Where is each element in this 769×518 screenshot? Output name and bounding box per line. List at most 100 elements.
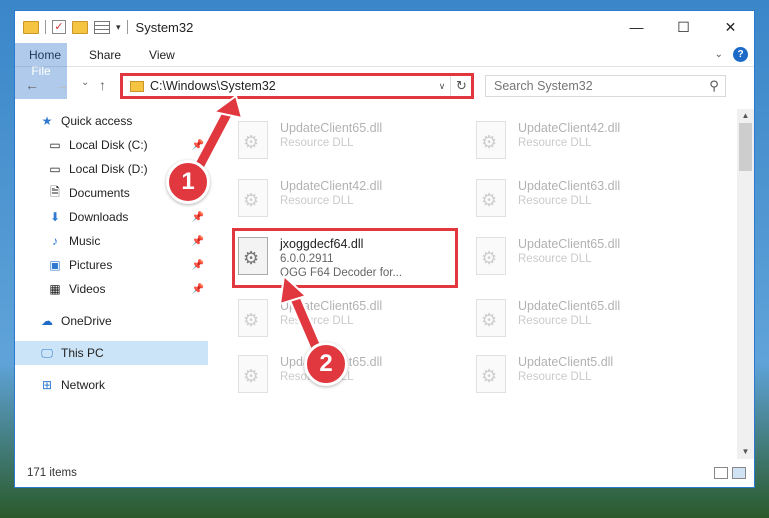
dll-file-icon	[476, 237, 506, 275]
file-item[interactable]: UpdateClient65.dll Resource DLL	[458, 295, 688, 351]
download-icon: ⬇	[49, 210, 61, 224]
ribbon-right: ⌄ ?	[715, 43, 754, 66]
network-icon: ⊞	[41, 378, 53, 392]
file-name: UpdateClient5.dll	[518, 355, 614, 369]
item-count: 171 items	[27, 467, 77, 479]
dll-file-icon	[238, 121, 268, 159]
cloud-icon: ☁	[41, 314, 53, 328]
view-toggle	[714, 467, 746, 479]
file-item[interactable]: UpdateClient5.dll Resource DLL	[458, 351, 688, 407]
window-controls: — ☐ ✕	[613, 11, 754, 43]
dll-file-icon	[476, 179, 506, 217]
dll-file-icon	[238, 179, 268, 217]
large-icons-view-icon[interactable]	[732, 467, 746, 479]
step-1-callout: 1	[166, 160, 210, 204]
properties-icon[interactable]	[94, 20, 110, 34]
help-icon[interactable]: ?	[733, 47, 748, 62]
search-icon[interactable]: ⚲	[703, 78, 725, 94]
file-type: Resource DLL	[518, 137, 592, 149]
file-item[interactable]: UpdateClient42.dll Resource DLL	[458, 117, 688, 173]
drive-icon: ▭	[49, 162, 61, 176]
tab-share[interactable]: Share	[75, 43, 135, 66]
window-title: System32	[135, 19, 194, 35]
documents-icon: 🗎	[50, 184, 60, 199]
tab-view[interactable]: View	[135, 43, 189, 66]
sidebar-item-videos[interactable]: ▦ Videos 📌	[15, 277, 208, 301]
maximize-button[interactable]: ☐	[660, 11, 707, 43]
back-button[interactable]: ←	[25, 77, 39, 93]
search-box[interactable]: ⚲	[485, 75, 726, 97]
divider	[126, 20, 128, 34]
search-input[interactable]	[494, 79, 703, 93]
folder-icon	[23, 20, 39, 34]
sidebar-item-local-disk-c[interactable]: ▭ Local Disk (C:) 📌	[15, 133, 208, 157]
scrollbar-thumb[interactable]	[739, 123, 752, 171]
file-name: UpdateClient65.dll	[518, 299, 621, 313]
sidebar-item-label: Documents	[69, 186, 130, 200]
file-name: UpdateClient65.dll	[280, 121, 383, 135]
file-type: Resource DLL	[518, 315, 592, 327]
new-folder-icon[interactable]	[72, 20, 88, 34]
address-highlight-box	[120, 73, 474, 99]
sidebar-item-network[interactable]: ⊞ Network	[15, 373, 208, 397]
sidebar-item-label: Music	[69, 234, 101, 248]
file-name: UpdateClient65.dll	[518, 237, 621, 251]
sidebar-item-label: Local Disk (D:)	[69, 162, 148, 176]
sidebar-item-quick-access[interactable]: ★ Quick access	[15, 109, 208, 133]
forward-button[interactable]: →	[55, 77, 69, 93]
title-bar: ✓ ▾ System32 — ☐ ✕	[15, 11, 754, 43]
sidebar-item-downloads[interactable]: ⬇ Downloads 📌	[15, 205, 208, 229]
recent-locations-button[interactable]: ⌄	[81, 77, 89, 88]
pin-icon: 📌	[191, 211, 204, 223]
details-view-icon[interactable]	[714, 467, 728, 479]
file-type: Resource DLL	[280, 195, 354, 207]
sidebar-item-music[interactable]: ♪ Music 📌	[15, 229, 208, 253]
properties-check-icon[interactable]: ✓	[52, 20, 66, 34]
ribbon-tabs: File Home Share View ⌄ ?	[15, 43, 754, 99]
step-2-callout: 2	[304, 342, 348, 386]
file-type: Resource DLL	[280, 315, 354, 327]
sidebar-item-label: Network	[61, 378, 106, 392]
sidebar-item-label: Pictures	[69, 258, 113, 272]
file-type: Resource DLL	[518, 195, 592, 207]
navigation-bar: ← → ⌄ ↑ C:\Windows\System32 ∨ ↻ ⚲	[15, 69, 754, 103]
sidebar-item-label: This PC	[61, 346, 104, 360]
file-name: UpdateClient63.dll	[518, 179, 621, 193]
chevron-down-icon[interactable]: ⌄	[715, 49, 723, 60]
sidebar-item-label: OneDrive	[61, 314, 112, 328]
drive-icon: ▭	[49, 138, 61, 152]
file-item[interactable]: UpdateClient42.dll Resource DLL	[220, 175, 450, 231]
close-button[interactable]: ✕	[707, 11, 754, 43]
computer-icon: 🖵	[41, 345, 53, 360]
file-type: Resource DLL	[518, 371, 592, 383]
dll-file-icon	[238, 355, 268, 393]
file-name: UpdateClient42.dll	[280, 179, 383, 193]
dll-file-icon	[238, 299, 268, 337]
customize-toolbar-icon[interactable]: ▾	[116, 22, 121, 33]
sidebar-item-label: Downloads	[69, 210, 129, 224]
status-bar: 171 items	[15, 459, 754, 487]
scroll-down-icon[interactable]: ▼	[737, 445, 754, 459]
sidebar-item-label: Videos	[69, 282, 106, 296]
dll-file-icon	[476, 121, 506, 159]
sidebar-item-this-pc[interactable]: 🖵 This PC	[15, 341, 208, 365]
scroll-up-icon[interactable]: ▲	[737, 109, 754, 123]
file-type: Resource DLL	[280, 137, 354, 149]
sidebar-item-label: Local Disk (C:)	[69, 138, 148, 152]
divider	[45, 20, 46, 34]
sidebar-item-onedrive[interactable]: ☁ OneDrive	[15, 309, 208, 333]
file-item[interactable]: UpdateClient63.dll Resource DLL	[458, 175, 688, 231]
file-type: Resource DLL	[518, 253, 592, 265]
videos-icon: ▦	[49, 282, 61, 296]
sidebar-item-pictures[interactable]: ▣ Pictures 📌	[15, 253, 208, 277]
file-item[interactable]: UpdateClient65.dll Resource DLL	[220, 295, 450, 351]
dll-file-icon	[476, 299, 506, 337]
file-item[interactable]: UpdateClient65.dll Resource DLL	[220, 117, 450, 173]
quick-access-toolbar: ✓ ▾	[15, 20, 128, 34]
pin-icon: 📌	[191, 259, 204, 271]
up-button[interactable]: ↑	[99, 77, 106, 93]
file-name: UpdateClient65.dll	[280, 299, 383, 313]
minimize-button[interactable]: —	[613, 11, 660, 43]
file-item[interactable]: UpdateClient65.dll Resource DLL	[458, 233, 688, 289]
vertical-scrollbar[interactable]: ▲ ▼	[737, 109, 754, 459]
